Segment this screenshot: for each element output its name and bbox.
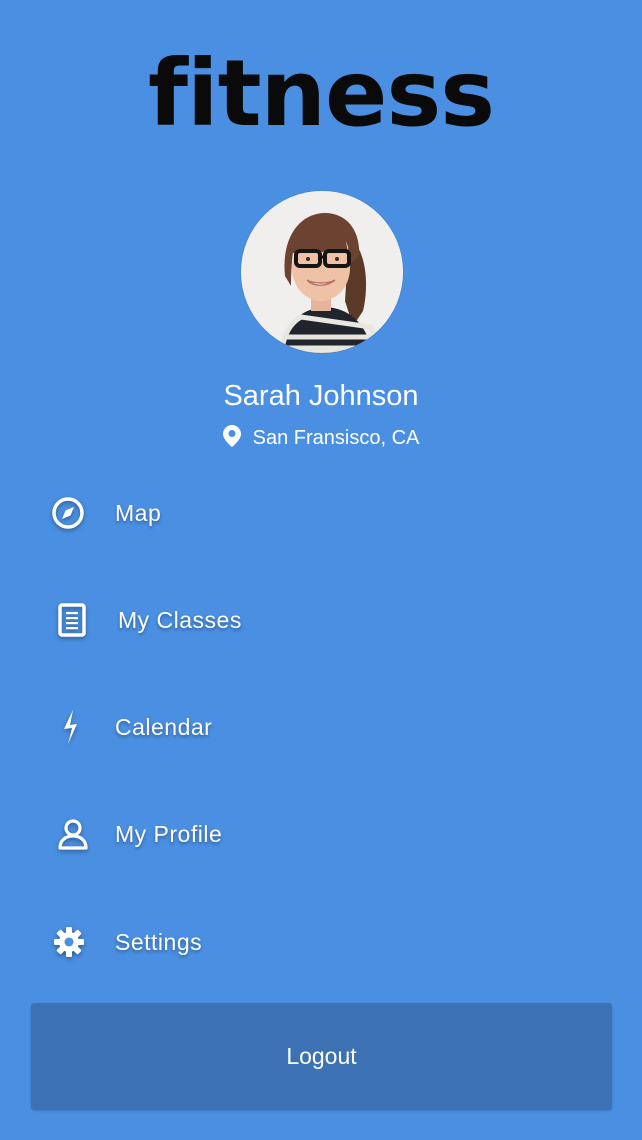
app-logo: fitness [148,40,495,147]
gear-icon [51,924,87,960]
menu-label-my-classes: My Classes [118,606,242,633]
location-label: San Fransisco, CA [252,427,420,449]
logout-label: Logout [286,1043,357,1069]
menu-label-map: Map [115,499,162,526]
menu-label-my-profile: My Profile [115,820,223,847]
lightning-icon [52,709,88,745]
avatar-photo [241,191,403,353]
compass-icon [50,495,86,531]
menu-label-settings: Settings [115,928,203,955]
user-icon [55,816,91,852]
document-list-icon [54,602,90,638]
menu-item-calendar[interactable]: Calendar [0,697,642,757]
menu-item-my-classes[interactable]: My Classes [0,590,642,650]
map-pin-icon [222,425,241,447]
menu-label-calendar: Calendar [115,713,213,740]
avatar[interactable] [241,191,403,353]
menu-item-settings[interactable]: Settings [0,912,642,972]
user-location: San Fransisco, CA [0,424,642,452]
menu-item-map[interactable]: Map [0,483,642,543]
logout-button[interactable]: Logout [31,1003,612,1110]
user-name: Sarah Johnson [223,380,419,412]
menu-item-my-profile[interactable]: My Profile [0,804,642,864]
